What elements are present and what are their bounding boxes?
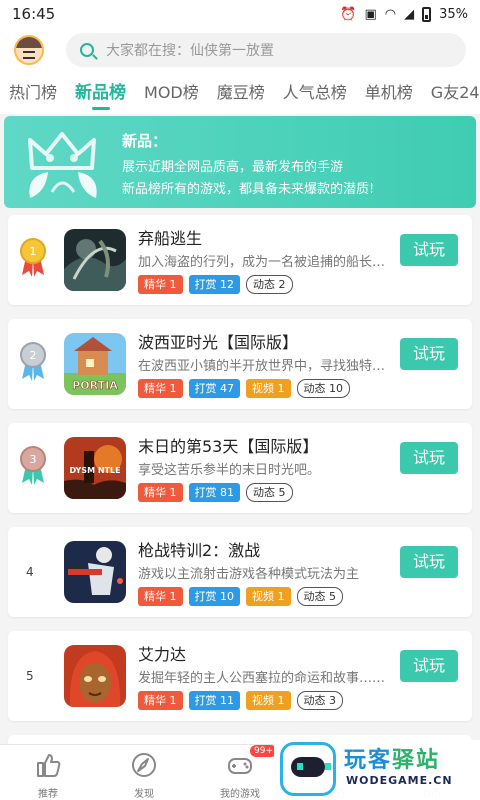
game-tags: 精华 1 打赏 12 动态 2 bbox=[138, 275, 293, 294]
game-card[interactable]: 2 PORTIA 波西亚时光【国际版】 在波西亚小镇的半开放世界中，寻找独特的生… bbox=[8, 319, 472, 409]
game-tags: 精华 1 打赏 11 视频 1 动态 3 bbox=[138, 691, 343, 710]
game-icon-text: DYSM NTLE bbox=[69, 466, 120, 475]
game-tags: 精华 1 打赏 47 视频 1 动态 10 bbox=[138, 379, 350, 398]
bronze-medal-icon: 3 bbox=[20, 446, 46, 485]
notification-badge: 99+ bbox=[250, 745, 277, 757]
game-icon-text: PORTIA bbox=[72, 379, 118, 392]
rank-number: 3 bbox=[30, 453, 37, 466]
tag-reward[interactable]: 打赏 10 bbox=[188, 587, 240, 606]
signal-icon: ◢ bbox=[404, 6, 415, 22]
watermark-text-2: 驿站 bbox=[392, 748, 441, 773]
compass-icon bbox=[132, 753, 156, 777]
tag-reward[interactable]: 打赏 47 bbox=[188, 379, 240, 398]
tag-featured[interactable]: 精华 1 bbox=[138, 379, 183, 398]
tab-new[interactable]: 新品榜 bbox=[66, 72, 135, 114]
search-placeholder: 大家都在搜：仙侠第一放置 bbox=[106, 43, 274, 59]
new-games-banner: 新品： 展示近期全网品质高，最新发布的手游 新品榜所有的游戏，都具备未来爆款的潜… bbox=[4, 116, 476, 208]
tag-video[interactable]: 视频 1 bbox=[246, 379, 291, 398]
tag-video[interactable]: 视频 1 bbox=[246, 691, 291, 710]
top-bar: 大家都在搜：仙侠第一放置 bbox=[0, 28, 480, 72]
tag-featured[interactable]: 精华 1 bbox=[138, 275, 183, 294]
thumbs-up-icon bbox=[37, 754, 61, 777]
crown-icon bbox=[28, 132, 97, 198]
tag-activity[interactable]: 动态 5 bbox=[296, 587, 343, 606]
game-title: 波西亚时光【国际版】 bbox=[138, 333, 299, 352]
gold-medal-icon: 1 bbox=[20, 238, 46, 277]
rank-number: 2 bbox=[30, 349, 37, 362]
rank-number: 5 bbox=[26, 669, 34, 683]
tag-featured[interactable]: 精华 1 bbox=[138, 691, 183, 710]
game-card[interactable]: 1 弃船逃生 加入海盗的行列，成为一名被追捕的船长…… 精华 1 打赏 12 动… bbox=[8, 215, 472, 305]
rank-number: 4 bbox=[26, 565, 34, 579]
battery-level: 35% bbox=[439, 6, 468, 22]
game-description: 享受这苦乐参半的末日时光吧。 bbox=[138, 463, 321, 478]
tag-video[interactable]: 视频 1 bbox=[246, 587, 291, 606]
status-bar: 16:45 ⏰ ▣ ◠ ◢ 35% bbox=[0, 0, 480, 28]
banner-line-2: 新品榜所有的游戏，都具备未来爆款的潜质! bbox=[122, 182, 375, 197]
tag-featured[interactable]: 精华 1 bbox=[138, 483, 183, 502]
watermark-text: 玩客驿站 bbox=[344, 742, 440, 774]
tab-popular[interactable]: 人气总榜 bbox=[274, 72, 356, 114]
nav-label: 发现 bbox=[134, 789, 154, 800]
game-card[interactable]: 3 DYSM NTLE 末日的第53天【国际版】 享受这苦乐参半的末日时光吧。 … bbox=[8, 423, 472, 513]
tab-mod[interactable]: MOD榜 bbox=[135, 72, 208, 114]
rank-number: 1 bbox=[30, 245, 37, 258]
tab-hot[interactable]: 热门榜 bbox=[0, 72, 66, 114]
tag-activity[interactable]: 动态 3 bbox=[296, 691, 343, 710]
search-icon bbox=[80, 43, 94, 57]
watermark-url: WODEGAME.CN bbox=[346, 774, 453, 787]
game-title: 枪战特训2：激战 bbox=[138, 541, 261, 560]
tag-activity[interactable]: 动态 10 bbox=[296, 379, 350, 398]
status-time: 16:45 bbox=[12, 5, 56, 23]
game-description: 游戏以主流射击游戏各种模式玩法为主 bbox=[138, 567, 360, 582]
game-tags: 精华 1 打赏 81 动态 5 bbox=[138, 483, 293, 502]
tab-single[interactable]: 单机榜 bbox=[356, 72, 422, 114]
banner-line-1: 展示近期全网品质高，最新发布的手游 bbox=[122, 160, 344, 175]
ranking-tabs: 热门榜 新品榜 MOD榜 魔豆榜 人气总榜 单机榜 G友24H bbox=[0, 72, 480, 114]
play-button[interactable]: 试玩 bbox=[400, 546, 458, 578]
play-button[interactable]: 试玩 bbox=[400, 650, 458, 682]
nav-recommend[interactable]: 推荐 bbox=[0, 745, 96, 800]
play-button[interactable]: 试玩 bbox=[400, 338, 458, 370]
game-card[interactable]: 5 艾力达 发掘年轻的主人公西塞拉的命运和故事…… 精华 1 打赏 11 视频 … bbox=[8, 631, 472, 721]
nav-discover[interactable]: 发现 bbox=[96, 745, 192, 800]
game-description: 发掘年轻的主人公西塞拉的命运和故事…… bbox=[138, 671, 386, 686]
avatar[interactable] bbox=[14, 35, 44, 65]
search-box[interactable]: 大家都在搜：仙侠第一放置 bbox=[66, 33, 466, 67]
status-icons: ⏰ ▣ ◠ ◢ 35% bbox=[340, 6, 468, 22]
banner-title: 新品： bbox=[122, 132, 168, 150]
tag-featured[interactable]: 精华 1 bbox=[138, 587, 183, 606]
tab-modou[interactable]: 魔豆榜 bbox=[208, 72, 274, 114]
tag-activity[interactable]: 动态 2 bbox=[246, 275, 293, 294]
play-button[interactable]: 试玩 bbox=[400, 442, 458, 474]
game-icon bbox=[64, 229, 126, 291]
wifi-icon: ◠ bbox=[384, 6, 397, 22]
game-description: 加入海盗的行列，成为一名被追捕的船长…… bbox=[138, 255, 392, 270]
tag-reward[interactable]: 打赏 11 bbox=[188, 691, 240, 710]
game-icon bbox=[64, 541, 126, 603]
play-button[interactable]: 试玩 bbox=[400, 234, 458, 266]
tag-reward[interactable]: 打赏 12 bbox=[188, 275, 240, 294]
tag-activity[interactable]: 动态 5 bbox=[246, 483, 293, 502]
alarm-icon: ⏰ bbox=[340, 6, 357, 22]
game-tags: 精华 1 打赏 10 视频 1 动态 5 bbox=[138, 587, 343, 606]
game-title: 艾力达 bbox=[138, 645, 187, 664]
silver-medal-icon: 2 bbox=[20, 342, 46, 381]
game-icon bbox=[64, 645, 126, 707]
battery-icon bbox=[422, 6, 432, 22]
watermark-logo: 玩客驿站 WODEGAME.CN bbox=[274, 740, 480, 800]
game-title: 末日的第53天【国际版】 bbox=[138, 437, 319, 456]
robot-logo-icon bbox=[280, 742, 336, 796]
vibrate-icon: ▣ bbox=[364, 6, 377, 22]
game-title: 弃船逃生 bbox=[138, 229, 203, 248]
game-icon: PORTIA bbox=[64, 333, 126, 395]
game-description: 在波西亚小镇的半开放世界中，寻找独特的生活 bbox=[138, 359, 392, 374]
watermark-text-1: 玩客 bbox=[344, 748, 393, 773]
tag-reward[interactable]: 打赏 81 bbox=[188, 483, 240, 502]
game-card[interactable]: 4 枪战特训2：激战 游戏以主流射击游戏各种模式玩法为主 精华 1 打赏 10 … bbox=[8, 527, 472, 617]
tab-g24h[interactable]: G友24H bbox=[422, 72, 480, 114]
gamepad-icon bbox=[228, 758, 252, 774]
game-icon: DYSM NTLE bbox=[64, 437, 126, 499]
nav-label: 推荐 bbox=[38, 789, 58, 800]
